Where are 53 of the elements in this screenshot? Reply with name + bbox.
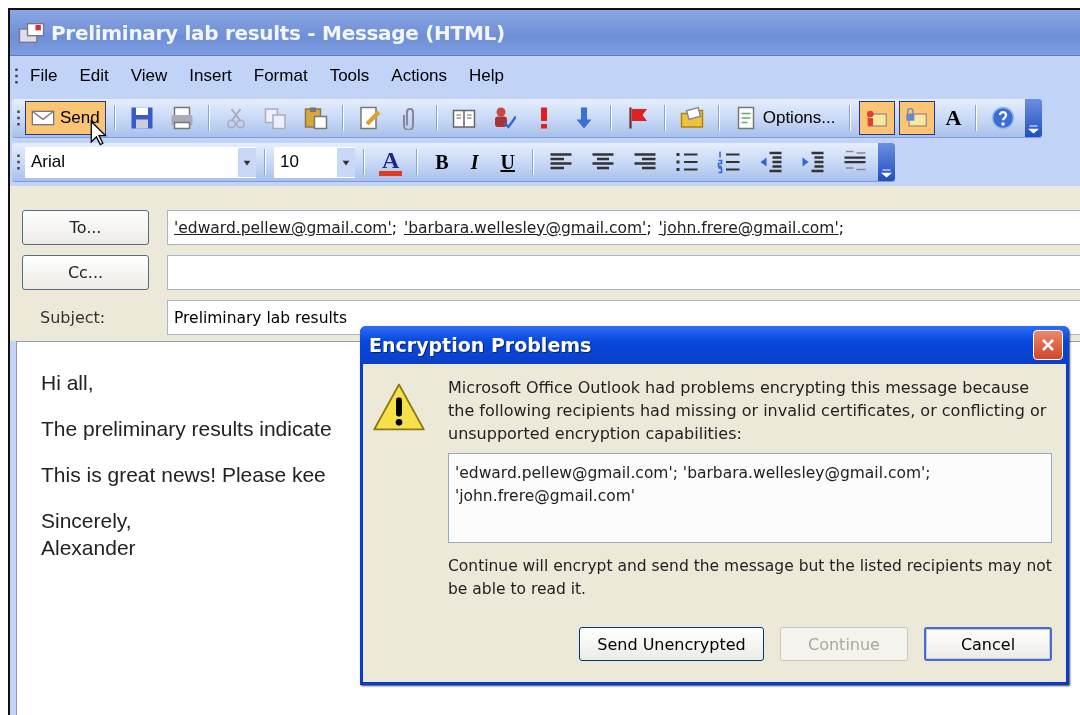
send-button[interactable]: Send xyxy=(25,101,106,135)
save-icon[interactable] xyxy=(129,106,154,130)
cc-field[interactable] xyxy=(167,255,1080,290)
message-text: Sincerely, Alexander xyxy=(41,508,136,561)
dialog-button[interactable]: Send Unencrypted xyxy=(579,627,764,661)
recipients-list: 'edward.pellew@gmail.com'; 'barbara.wellesley@gmail.com'; 'john.frere@gmail.com' xyxy=(448,453,1052,543)
dialog-note: Continue will encrypt and send the message but the listed recipients may not be able to read it. xyxy=(448,556,1052,600)
options-button[interactable]: Options... xyxy=(727,101,842,135)
menu-item[interactable]: Format xyxy=(242,64,319,88)
menu-item[interactable]: Tools xyxy=(318,64,381,88)
paste-icon[interactable] xyxy=(303,106,328,130)
underline-button[interactable]: U xyxy=(494,145,521,179)
decrease-indent-icon[interactable] xyxy=(758,150,783,174)
close-button[interactable] xyxy=(1033,330,1063,360)
menu-item[interactable]: View xyxy=(119,64,179,88)
recipient-link[interactable]: 'barbara.wellesley@gmail.com'; xyxy=(403,218,652,237)
dialog-message: Microsoft Office Outlook had problems encrypting this message because the following recipients had missing or invalid certificates, or conflicting or unsupported encryption capabilities: xyxy=(448,377,1048,445)
address-button[interactable]: To... xyxy=(22,210,149,245)
numbering-icon[interactable] xyxy=(716,150,741,174)
toggle-button[interactable] xyxy=(859,101,896,135)
font-color-button[interactable]: A xyxy=(379,148,403,176)
italic-button[interactable]: I xyxy=(464,145,485,179)
help-icon[interactable] xyxy=(991,106,1016,130)
message-text: This is great news! Please kee xyxy=(41,462,326,488)
font-name-field[interactable]: Arial xyxy=(25,146,256,178)
message-text: Hi all, xyxy=(41,370,94,396)
recipients-field[interactable]: 'edward.pellew@gmail.com'; 'barbara.wellesley@gmail.com'; 'john.frere@gmail.com'; xyxy=(167,210,1080,245)
address-button[interactable]: Cc... xyxy=(22,255,149,290)
menu-item[interactable]: Insert xyxy=(178,64,243,88)
print-icon[interactable] xyxy=(169,106,194,130)
warning-icon xyxy=(373,382,425,432)
font-size-field[interactable]: 10 xyxy=(274,146,355,178)
bullets-icon[interactable] xyxy=(674,150,699,174)
recipient-link[interactable]: 'john.frere@gmail.com'; xyxy=(658,218,844,237)
dialog-title: Encryption Problems xyxy=(369,334,592,356)
folder-icon[interactable] xyxy=(679,106,704,130)
grip-icon xyxy=(14,66,19,86)
toggle-button[interactable] xyxy=(899,101,936,135)
bold-button[interactable]: B xyxy=(429,145,455,179)
increase-indent-icon[interactable] xyxy=(800,150,825,174)
menu-item[interactable]: Help xyxy=(458,64,516,88)
message-text: The preliminary results indicate xyxy=(41,416,332,442)
insert-file-icon[interactable] xyxy=(357,106,382,130)
close-icon xyxy=(1040,337,1056,353)
field-label: Subject: xyxy=(39,307,107,329)
window-title: Preliminary lab results - Message (HTML) xyxy=(51,20,505,45)
recipient-link[interactable]: 'edward.pellew@gmail.com'; xyxy=(174,218,397,237)
menu-item[interactable]: File xyxy=(19,64,69,88)
font-size-button[interactable]: A xyxy=(939,100,968,136)
dialog-button[interactable]: Cancel xyxy=(924,627,1052,661)
menu-item[interactable]: Actions xyxy=(380,64,459,88)
menu-item[interactable]: Edit xyxy=(68,64,120,88)
message-icon xyxy=(18,20,45,45)
